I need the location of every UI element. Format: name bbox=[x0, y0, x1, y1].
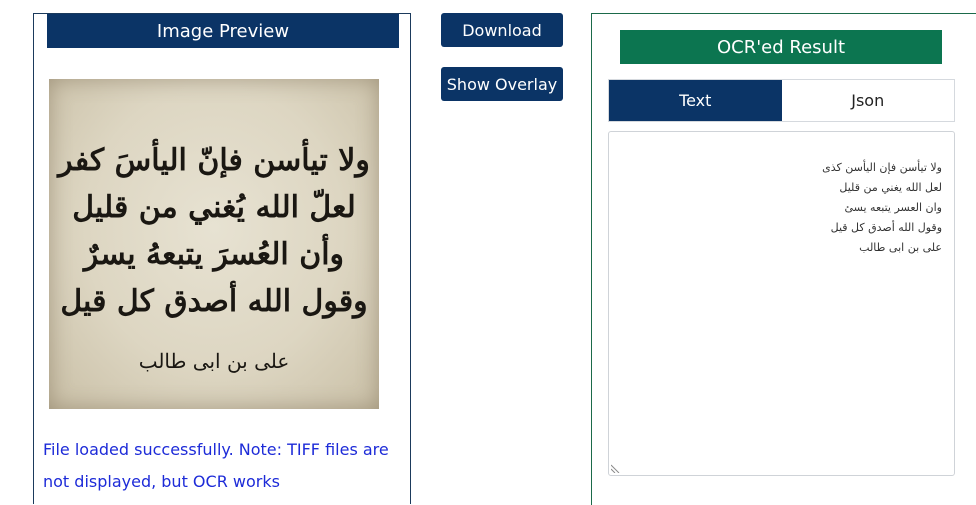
resize-grip-icon[interactable] bbox=[611, 464, 620, 473]
image-line-3: وأن العُسرَ يتبعهُ يسرٌ bbox=[83, 237, 345, 272]
image-line-2: لعلّ الله يُغني من قليل bbox=[72, 190, 356, 225]
ocr-result-header: OCR'ed Result bbox=[620, 30, 942, 64]
image-line-1: ولا تيأسن فإنّ اليأسَ كفر bbox=[58, 143, 370, 178]
ocr-line-1: ولا تيأسن فإن اليأسن كذى bbox=[822, 161, 942, 174]
show-overlay-button[interactable]: Show Overlay bbox=[441, 67, 563, 101]
ocr-line-5: على بن ابى طالب bbox=[859, 241, 942, 254]
ocr-line-4: وقول الله أصدق كل قيل bbox=[830, 221, 942, 234]
result-tabs: Text Json bbox=[608, 79, 955, 122]
ocr-line-3: وان العسر يتبعه يسئ bbox=[844, 201, 942, 214]
tab-text[interactable]: Text bbox=[609, 80, 782, 121]
ocr-text-lines: ولا تيأسن فإن اليأسن كذى لعل الله يغني م… bbox=[642, 158, 942, 258]
image-preview-header: Image Preview bbox=[47, 14, 399, 48]
ocr-line-2: لعل الله يغني من قليل bbox=[839, 181, 942, 194]
file-status-message: File loaded successfully. Note: TIFF fil… bbox=[43, 440, 389, 491]
tab-json[interactable]: Json bbox=[782, 80, 955, 121]
image-calligraphy: ولا تيأسن فإنّ اليأسَ كفر لعلّ الله يُغن… bbox=[49, 137, 379, 375]
uploaded-image: ولا تيأسن فإنّ اليأسَ كفر لعلّ الله يُغن… bbox=[49, 79, 379, 409]
ocr-text-output[interactable]: ولا تيأسن فإن اليأسن كذى لعل الله يغني م… bbox=[608, 131, 955, 476]
ocr-result-panel: OCR'ed Result Text Json ولا تيأسن فإن ال… bbox=[591, 13, 976, 505]
image-signature: على بن ابى طالب bbox=[138, 349, 290, 373]
image-preview-panel: Image Preview ولا تيأسن فإنّ اليأسَ كفر … bbox=[33, 13, 411, 504]
image-line-4: وقول الله أصدق كل قيل bbox=[60, 284, 368, 319]
download-button[interactable]: Download bbox=[441, 13, 563, 47]
